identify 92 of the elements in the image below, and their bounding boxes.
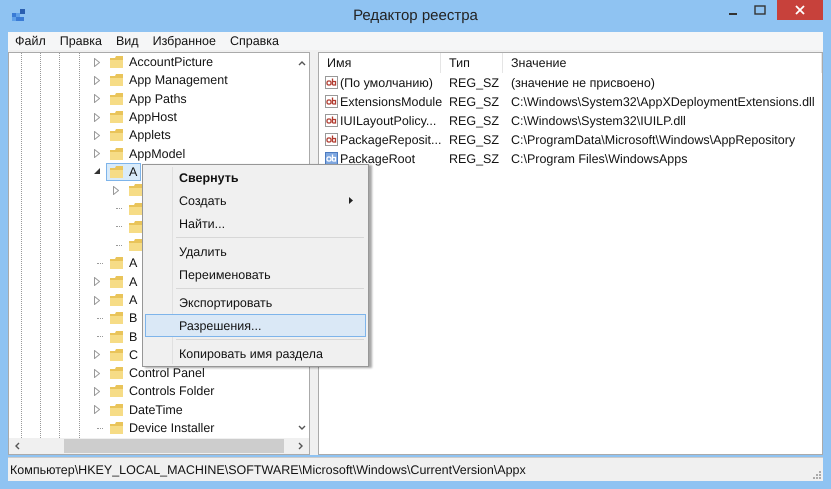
tree-item[interactable]: Applets <box>106 126 175 144</box>
tree-item[interactable]: Controls Folder <box>106 382 218 400</box>
scroll-down-icon[interactable] <box>298 425 306 430</box>
column-header[interactable]: Тип <box>441 53 503 73</box>
folder-icon <box>109 330 124 344</box>
folder-icon <box>109 366 124 380</box>
expand-arrow-icon[interactable] <box>94 58 100 67</box>
folder-icon <box>109 73 124 88</box>
menu-item[interactable]: Справка <box>222 34 286 48</box>
value-name[interactable]: PackageRoot <box>340 152 416 166</box>
context-menu-item[interactable]: Копировать имя раздела <box>145 342 366 365</box>
folder-icon <box>109 311 124 326</box>
minimize-icon <box>728 13 736 15</box>
tree-item[interactable]: Control Panel <box>106 364 209 382</box>
value-name[interactable]: ExtensionsModule <box>340 94 442 108</box>
menu-item[interactable]: Файл <box>8 34 53 48</box>
menu-item[interactable]: Избранное <box>146 34 223 48</box>
tree-item[interactable]: A <box>106 291 142 309</box>
value-type: REG_SZ <box>448 132 500 146</box>
tree-item[interactable]: A <box>106 254 142 272</box>
value-type: REG_SZ <box>448 152 500 166</box>
folder-icon <box>109 128 124 142</box>
tree-item[interactable]: App Management <box>106 71 232 90</box>
expand-arrow-icon[interactable] <box>94 405 100 414</box>
scroll-up-icon[interactable] <box>298 61 306 66</box>
horizontal-scrollbar[interactable] <box>9 438 309 454</box>
context-menu-item[interactable]: Найти... <box>145 212 366 235</box>
tree-item[interactable]: A <box>106 162 142 181</box>
tree-item[interactable]: C <box>106 346 142 364</box>
expand-arrow-icon[interactable] <box>94 296 100 304</box>
tree-item[interactable]: App Paths <box>106 90 191 108</box>
value-name[interactable]: IUILayoutPolicy... <box>340 114 436 128</box>
scroll-thumb[interactable] <box>64 439 284 453</box>
tree-item[interactable]: DateTime <box>106 400 187 419</box>
value-data: C:\Windows\System32\AppXDeploymentExtensions.dll <box>510 94 816 108</box>
tree-item[interactable]: A <box>106 272 142 291</box>
value-data: C:\Program Files\WindowsApps <box>510 152 688 166</box>
menu-item[interactable]: Правка <box>52 34 109 48</box>
context-menu-item[interactable]: Свернуть <box>145 166 366 189</box>
expand-arrow-icon[interactable] <box>94 277 100 286</box>
window-title: Редактор реестра <box>353 7 478 24</box>
tree-item[interactable]: AppModel <box>106 144 190 163</box>
folder-icon <box>109 55 124 70</box>
value-type: REG_SZ <box>448 76 500 90</box>
collapse-arrow-icon[interactable] <box>94 168 100 176</box>
folder-icon <box>109 274 124 289</box>
expand-arrow-icon[interactable] <box>113 186 119 195</box>
value-data: (значение не присвоено) <box>510 76 656 90</box>
status-path: Компьютер\HKEY_LOCAL_MACHINE\SOFTWARE\Microsoft\Windows\CurrentVersion\Appx <box>10 462 526 476</box>
folder-icon <box>109 92 124 106</box>
close-icon <box>795 5 805 15</box>
folder-icon <box>109 146 124 161</box>
column-header[interactable]: Значение <box>503 53 822 73</box>
close-button[interactable] <box>777 0 823 20</box>
scroll-right-icon[interactable] <box>298 442 303 450</box>
folder-icon <box>109 293 124 307</box>
tree-item[interactable]: AppHost <box>106 108 181 126</box>
resize-grip-icon[interactable] <box>811 469 821 479</box>
tree-item[interactable]: AccountPicture <box>106 53 218 72</box>
folder-icon <box>109 348 124 362</box>
context-menu-item[interactable]: Удалить <box>145 240 366 263</box>
tree-item[interactable]: B <box>106 309 142 328</box>
expand-arrow-icon[interactable] <box>94 386 100 396</box>
tree-item[interactable]: B <box>106 328 142 346</box>
value-data: C:\ProgramData\Microsoft\Windows\AppRepository <box>510 132 796 146</box>
folder-icon <box>109 110 124 124</box>
expand-arrow-icon[interactable] <box>94 76 100 85</box>
expand-arrow-icon[interactable] <box>94 149 100 158</box>
context-menu-item[interactable]: Создать <box>145 189 366 212</box>
folder-icon <box>109 164 124 179</box>
folder-icon <box>109 256 124 270</box>
expand-arrow-icon[interactable] <box>94 112 100 122</box>
folder-icon <box>109 421 124 436</box>
value-data: C:\Windows\System32\IUILP.dll <box>510 114 687 128</box>
folder-icon <box>109 402 124 417</box>
scroll-left-icon[interactable] <box>15 442 20 450</box>
context-menu-item[interactable]: Экспортировать <box>145 291 366 314</box>
expand-arrow-icon[interactable] <box>94 350 100 360</box>
expand-arrow-icon[interactable] <box>94 130 100 140</box>
folder-icon <box>109 384 124 398</box>
column-header[interactable]: Имя <box>319 53 441 73</box>
expand-arrow-icon[interactable] <box>94 94 100 104</box>
value-type: REG_SZ <box>448 114 500 128</box>
context-menu-item[interactable]: Разрешения... <box>145 314 366 337</box>
expand-arrow-icon[interactable] <box>94 368 100 378</box>
tree-item[interactable]: Device Installer <box>106 419 218 438</box>
value-name[interactable]: (По умолчанию) <box>340 76 433 90</box>
value-type: REG_SZ <box>448 94 500 108</box>
value-name[interactable]: PackageReposit... <box>340 132 442 146</box>
maximize-icon <box>754 5 766 15</box>
context-menu-item[interactable]: Переименовать <box>145 263 366 286</box>
menu-item[interactable]: Вид <box>108 34 146 48</box>
